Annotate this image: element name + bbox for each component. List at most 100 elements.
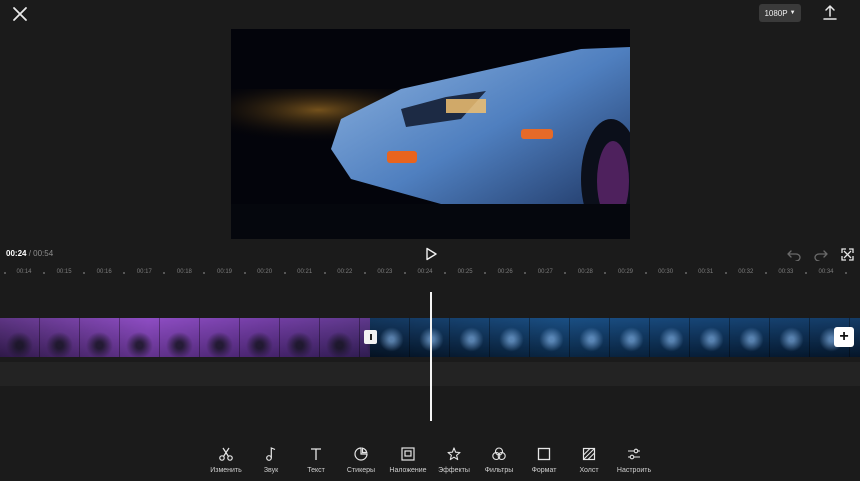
- ruler-dot: [764, 272, 767, 274]
- ruler-tick-label: 00:25: [457, 269, 473, 275]
- ruler-tick-label: 00:15: [56, 269, 72, 275]
- clip-thumbnail: [240, 318, 280, 357]
- resolution-label: 1080P: [764, 8, 788, 18]
- ruler-dot: [43, 272, 46, 274]
- ruler-dot: [123, 272, 126, 274]
- clip-thumbnail: [160, 318, 200, 357]
- timecode: 00:24 / 00:54: [6, 249, 53, 258]
- ruler-tick-label: 00:19: [216, 269, 233, 275]
- toolbar-item-label: Звук: [263, 467, 279, 474]
- toolbar-item-4[interactable]: Стикеры: [336, 440, 386, 474]
- close-icon[interactable]: [10, 4, 30, 24]
- top-bar: 1080P ▼: [0, 0, 860, 28]
- toolbar-item-8[interactable]: Формат: [519, 440, 569, 474]
- clip-thumbnail: [570, 318, 610, 357]
- total-duration: 00:54: [33, 249, 54, 258]
- video-preview[interactable]: [231, 29, 630, 239]
- toolbar-item-label: Холст: [579, 467, 599, 474]
- ruler-dot: [4, 272, 6, 274]
- ruler-tick-label: 00:27: [537, 269, 553, 275]
- ruler-tick-label: 00:24: [417, 269, 433, 275]
- music-note-icon: [263, 446, 279, 462]
- export-icon[interactable]: [822, 4, 838, 22]
- ruler-tick-label: 00:17: [136, 269, 152, 275]
- toolbar-item-6[interactable]: Эффекты: [429, 440, 479, 474]
- fullscreen-icon[interactable]: [841, 248, 854, 261]
- ruler-tick-label: 00:22: [337, 269, 353, 275]
- caret-down-icon: ▼: [789, 10, 796, 16]
- toolbar-item-label: Формат: [531, 467, 557, 474]
- effects-star-icon: [446, 446, 462, 462]
- ruler-dot: [403, 272, 406, 274]
- clip-thumbnail: [490, 318, 530, 357]
- ruler-tick-label: 00:28: [577, 269, 593, 275]
- toolbar-item-5[interactable]: Наложение: [383, 440, 433, 474]
- ruler-dot: [83, 272, 86, 274]
- ruler-tick-label: 00:29: [617, 269, 634, 275]
- clip-thumbnail: [730, 318, 770, 357]
- toolbar-item-9[interactable]: Холст: [564, 440, 614, 474]
- toolbar-item-1[interactable]: Изменить: [201, 440, 251, 474]
- ruler-dot: [604, 272, 607, 274]
- sticker-icon: [353, 446, 369, 462]
- ruler-dot: [283, 272, 286, 274]
- bottom-toolbar: Изменить Звук Текст Стикеры Наложение Эффекты…: [0, 440, 860, 481]
- ruler-dot: [684, 272, 687, 274]
- ruler-dot: [484, 272, 487, 274]
- ruler-tick-label: 00:31: [698, 269, 714, 275]
- ruler-tick-label: 00:14: [16, 269, 32, 275]
- add-clip-button[interactable]: +: [834, 327, 854, 347]
- ruler-tick-label: 00:20: [257, 269, 273, 275]
- clip-thumbnail: [650, 318, 690, 357]
- toolbar-item-7[interactable]: Фильтры: [474, 440, 524, 474]
- toolbar-item-3[interactable]: Текст: [291, 440, 341, 474]
- clip-thumbnail: [80, 318, 120, 357]
- video-clip-2[interactable]: [370, 318, 860, 357]
- ruler-dot: [644, 272, 647, 274]
- toolbar-item-2[interactable]: Звук: [246, 440, 296, 474]
- playhead[interactable]: [430, 292, 432, 421]
- clip-thumbnail: [40, 318, 80, 357]
- ruler-dot: [323, 272, 326, 274]
- clip-thumbnail: [770, 318, 810, 357]
- ruler-dot: [363, 272, 366, 274]
- transition-icon[interactable]: [364, 330, 377, 344]
- redo-icon[interactable]: [814, 248, 828, 262]
- ruler-tick-label: 00:18: [176, 269, 192, 275]
- ruler-dot: [724, 272, 727, 274]
- clip-thumbnail: [450, 318, 490, 357]
- clip-thumbnail: [320, 318, 360, 357]
- clip-thumbnail: [610, 318, 650, 357]
- ruler-tick-label: 00:33: [778, 269, 794, 275]
- ruler-dot: [444, 272, 447, 274]
- adjust-sliders-icon: [626, 446, 642, 462]
- toolbar-item-10[interactable]: Настроить: [609, 440, 659, 474]
- toolbar-item-label: Наложение: [389, 467, 427, 474]
- ruler-dot: [845, 272, 848, 274]
- canvas-icon: [581, 446, 597, 462]
- toolbar-item-label: Настроить: [616, 467, 652, 474]
- toolbar-item-label: Изменить: [210, 467, 242, 474]
- ruler-dot: [564, 272, 567, 274]
- toolbar-item-label: Текст: [307, 467, 325, 474]
- clip-thumbnail: [200, 318, 240, 357]
- toolbar-item-label: Эффекты: [438, 467, 470, 474]
- ruler-tick-label: 00:21: [297, 269, 313, 275]
- ruler-dot: [163, 272, 166, 274]
- ruler-tick-label: 00:26: [497, 269, 513, 275]
- clip-thumbnail: [280, 318, 320, 357]
- current-time: 00:24: [6, 249, 27, 258]
- play-icon[interactable]: [424, 247, 438, 261]
- ruler-tick-label: 00:16: [96, 269, 112, 275]
- ruler-dot: [524, 272, 527, 274]
- undo-icon[interactable]: [787, 248, 801, 262]
- filters-icon: [491, 446, 507, 462]
- toolbar-item-label: Стикеры: [346, 467, 376, 474]
- timeline-ruler[interactable]: 00:14 00:15 00:16 00:17 00:18 00:19 00:20 00:21…: [0, 266, 860, 280]
- ruler-dot: [804, 272, 807, 274]
- format-square-icon: [536, 446, 552, 462]
- video-clip-1[interactable]: [0, 318, 370, 357]
- resolution-button[interactable]: 1080P ▼: [759, 4, 801, 22]
- toolbar-item-label: Фильтры: [484, 467, 514, 474]
- clip-thumbnail: [530, 318, 570, 357]
